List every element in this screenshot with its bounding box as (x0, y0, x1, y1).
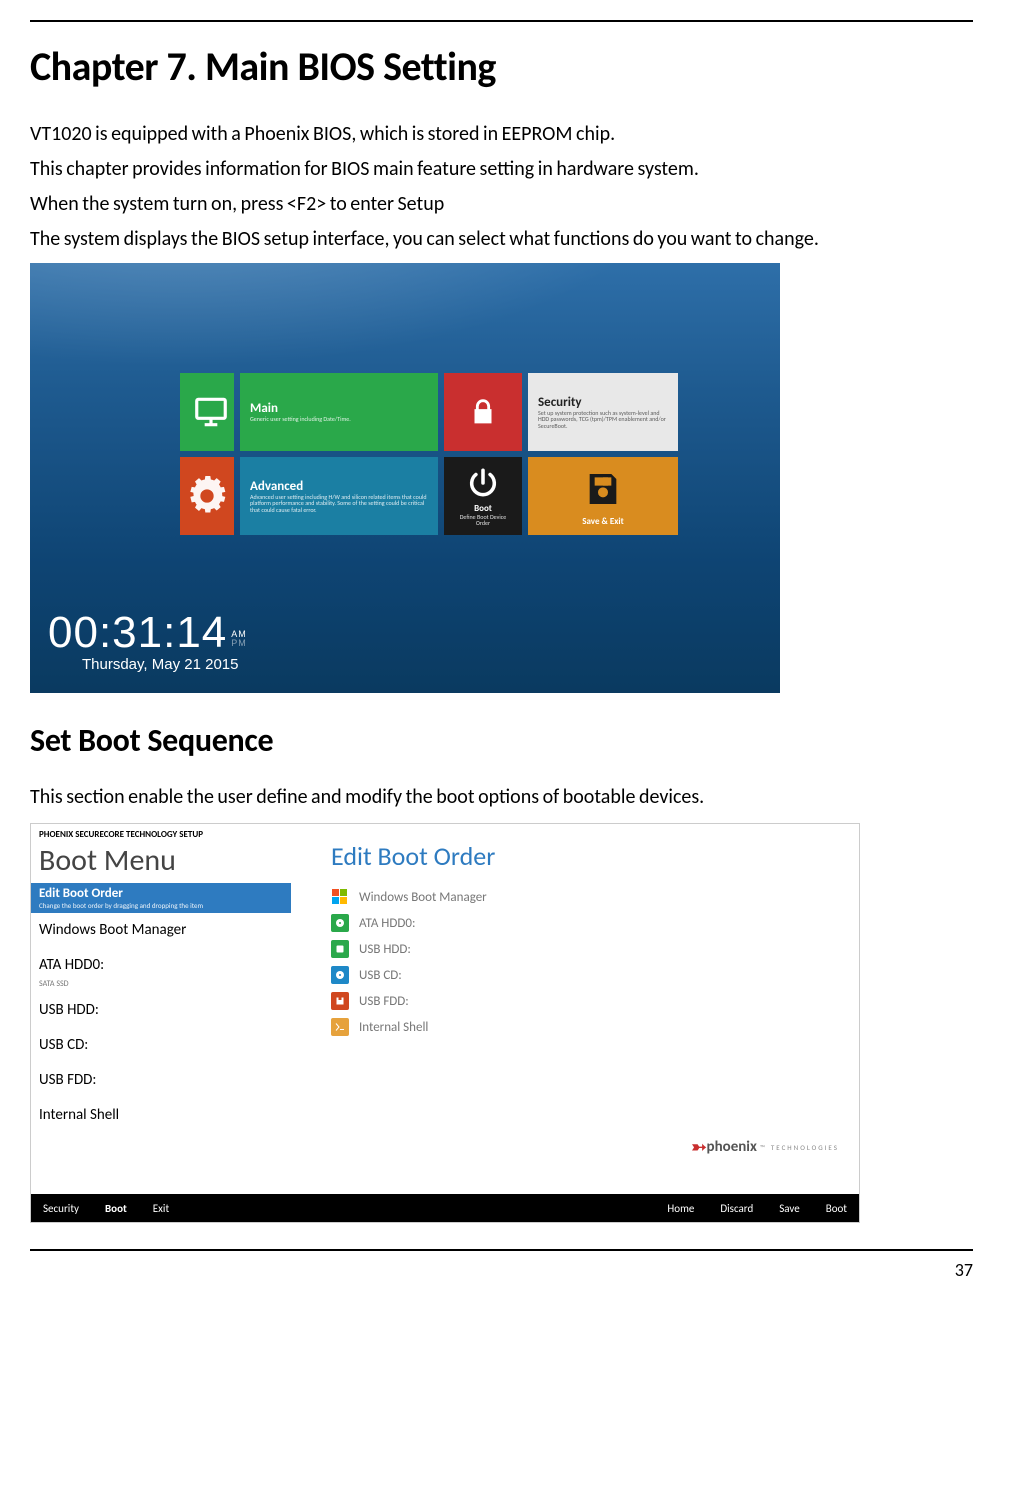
shell-icon (331, 1018, 349, 1036)
tile-save-exit[interactable]: Save & Exit (528, 457, 678, 535)
footer-tab-security[interactable]: Security (43, 1202, 79, 1215)
usb-hdd-icon (331, 940, 349, 958)
monitor-icon (190, 391, 232, 433)
phoenix-swoosh-icon: ➳ (691, 1136, 706, 1158)
section-heading: Set Boot Sequence (30, 721, 973, 760)
tile-main-label: Main (250, 401, 428, 416)
footer-btn-discard[interactable]: Discard (720, 1202, 753, 1215)
intro-line-2: This chapter provides information for BI… (30, 154, 973, 185)
tile-advanced-desc: Advanced user setting including H/W and … (250, 494, 428, 514)
phoenix-header: PHOENIX SECURECORE TECHNOLOGY SETUP (31, 824, 291, 842)
edit-boot-order-hint: Change the boot order by dragging and dr… (39, 901, 283, 910)
bios-clock: 00:31:14 AM PM Thursday, May 21 2015 (48, 608, 247, 673)
boot-left-item[interactable]: ATA HDD0: (31, 948, 291, 983)
footer-tab-exit[interactable]: Exit (153, 1202, 169, 1215)
boot-left-subitem: SATA SSD (31, 979, 291, 993)
boot-left-item[interactable]: USB FDD: (31, 1063, 291, 1098)
tile-main[interactable]: Main Generic user setting including Date… (240, 373, 438, 451)
windows-icon (331, 888, 349, 906)
tile-advanced[interactable]: Advanced Advanced user setting including… (240, 457, 438, 535)
edit-boot-order-bar[interactable]: Edit Boot Order Change the boot order by… (31, 883, 291, 913)
boot-order-item[interactable]: Windows Boot Manager (331, 884, 839, 910)
intro-line-1: VT1020 is equipped with a Phoenix BIOS, … (30, 119, 973, 150)
boot-order-item[interactable]: USB CD: (331, 962, 839, 988)
tile-security-label: Security (538, 395, 668, 410)
tile-save-label: Save & Exit (582, 516, 624, 527)
edit-boot-order-list: Windows Boot Manager ATA HDD0: USB HDD: (331, 884, 839, 1040)
boot-order-item[interactable]: USB FDD: (331, 988, 839, 1014)
boot-menu-title: Boot Menu (31, 842, 291, 883)
tile-main-icon[interactable] (180, 373, 234, 451)
cd-icon (331, 966, 349, 984)
boot-left-item[interactable]: Internal Shell (31, 1098, 291, 1133)
footer-btn-boot[interactable]: Boot (826, 1202, 847, 1215)
intro-line-3: When the system turn on, press <F2> to e… (30, 189, 973, 220)
edit-boot-order-label: Edit Boot Order (39, 886, 283, 901)
power-icon (454, 465, 512, 501)
tile-advanced-label: Advanced (250, 479, 428, 494)
intro-line-4: The system displays the BIOS setup inter… (30, 224, 973, 255)
lock-icon (462, 391, 504, 433)
tile-boot-desc: Define Boot Device Order (454, 514, 512, 527)
footer-tab-boot[interactable]: Boot (105, 1202, 127, 1215)
boot-left-pane: PHOENIX SECURECORE TECHNOLOGY SETUP Boot… (31, 824, 291, 1194)
clock-time: 00:31:14 (48, 608, 227, 658)
boot-menu-screenshot: PHOENIX SECURECORE TECHNOLOGY SETUP Boot… (30, 823, 860, 1223)
tile-advanced-icon[interactable] (180, 457, 234, 535)
page-bottom-rule (30, 1249, 973, 1251)
footer-btn-home[interactable]: Home (667, 1202, 694, 1215)
clock-date: Thursday, May 21 2015 (82, 656, 247, 673)
boot-order-item[interactable]: ATA HDD0: (331, 910, 839, 936)
boot-left-item[interactable]: USB CD: (31, 1028, 291, 1063)
phoenix-brand-sub: TECHNOLOGIES (771, 1143, 839, 1152)
hdd-icon (331, 914, 349, 932)
chapter-title: Chapter 7. Main BIOS Setting (30, 42, 973, 91)
floppy-icon (574, 465, 632, 512)
bios-home-screenshot: Main Generic user setting including Date… (30, 263, 780, 693)
footer-btn-save[interactable]: Save (779, 1202, 799, 1215)
clock-pm: PM (231, 639, 247, 648)
tile-main-desc: Generic user setting including Date/Time… (250, 416, 428, 423)
page-number: 37 (30, 1259, 973, 1281)
boot-order-item[interactable]: Internal Shell (331, 1014, 839, 1040)
gear-icon (178, 467, 236, 525)
edit-boot-order-title: Edit Boot Order (331, 840, 839, 872)
tile-boot[interactable]: Boot Define Boot Device Order (444, 457, 522, 535)
phoenix-brand: ➳ phoenix ™ TECHNOLOGIES (691, 1136, 839, 1158)
tile-security[interactable]: Security Set up system protection such a… (528, 373, 678, 451)
phoenix-brand-name: phoenix (707, 1138, 757, 1156)
page-top-rule (30, 20, 973, 22)
boot-left-item[interactable]: USB HDD: (31, 993, 291, 1028)
boot-order-item[interactable]: USB HDD: (331, 936, 839, 962)
tile-security-icon[interactable] (444, 373, 522, 451)
boot-footer: Security Boot Exit Home Discard Save Boo… (31, 1194, 859, 1222)
boot-left-item[interactable]: Windows Boot Manager (31, 913, 291, 948)
section-text: This section enable the user define and … (30, 782, 973, 813)
fdd-icon (331, 992, 349, 1010)
tile-security-desc: Set up system protection such as system-… (538, 410, 668, 430)
